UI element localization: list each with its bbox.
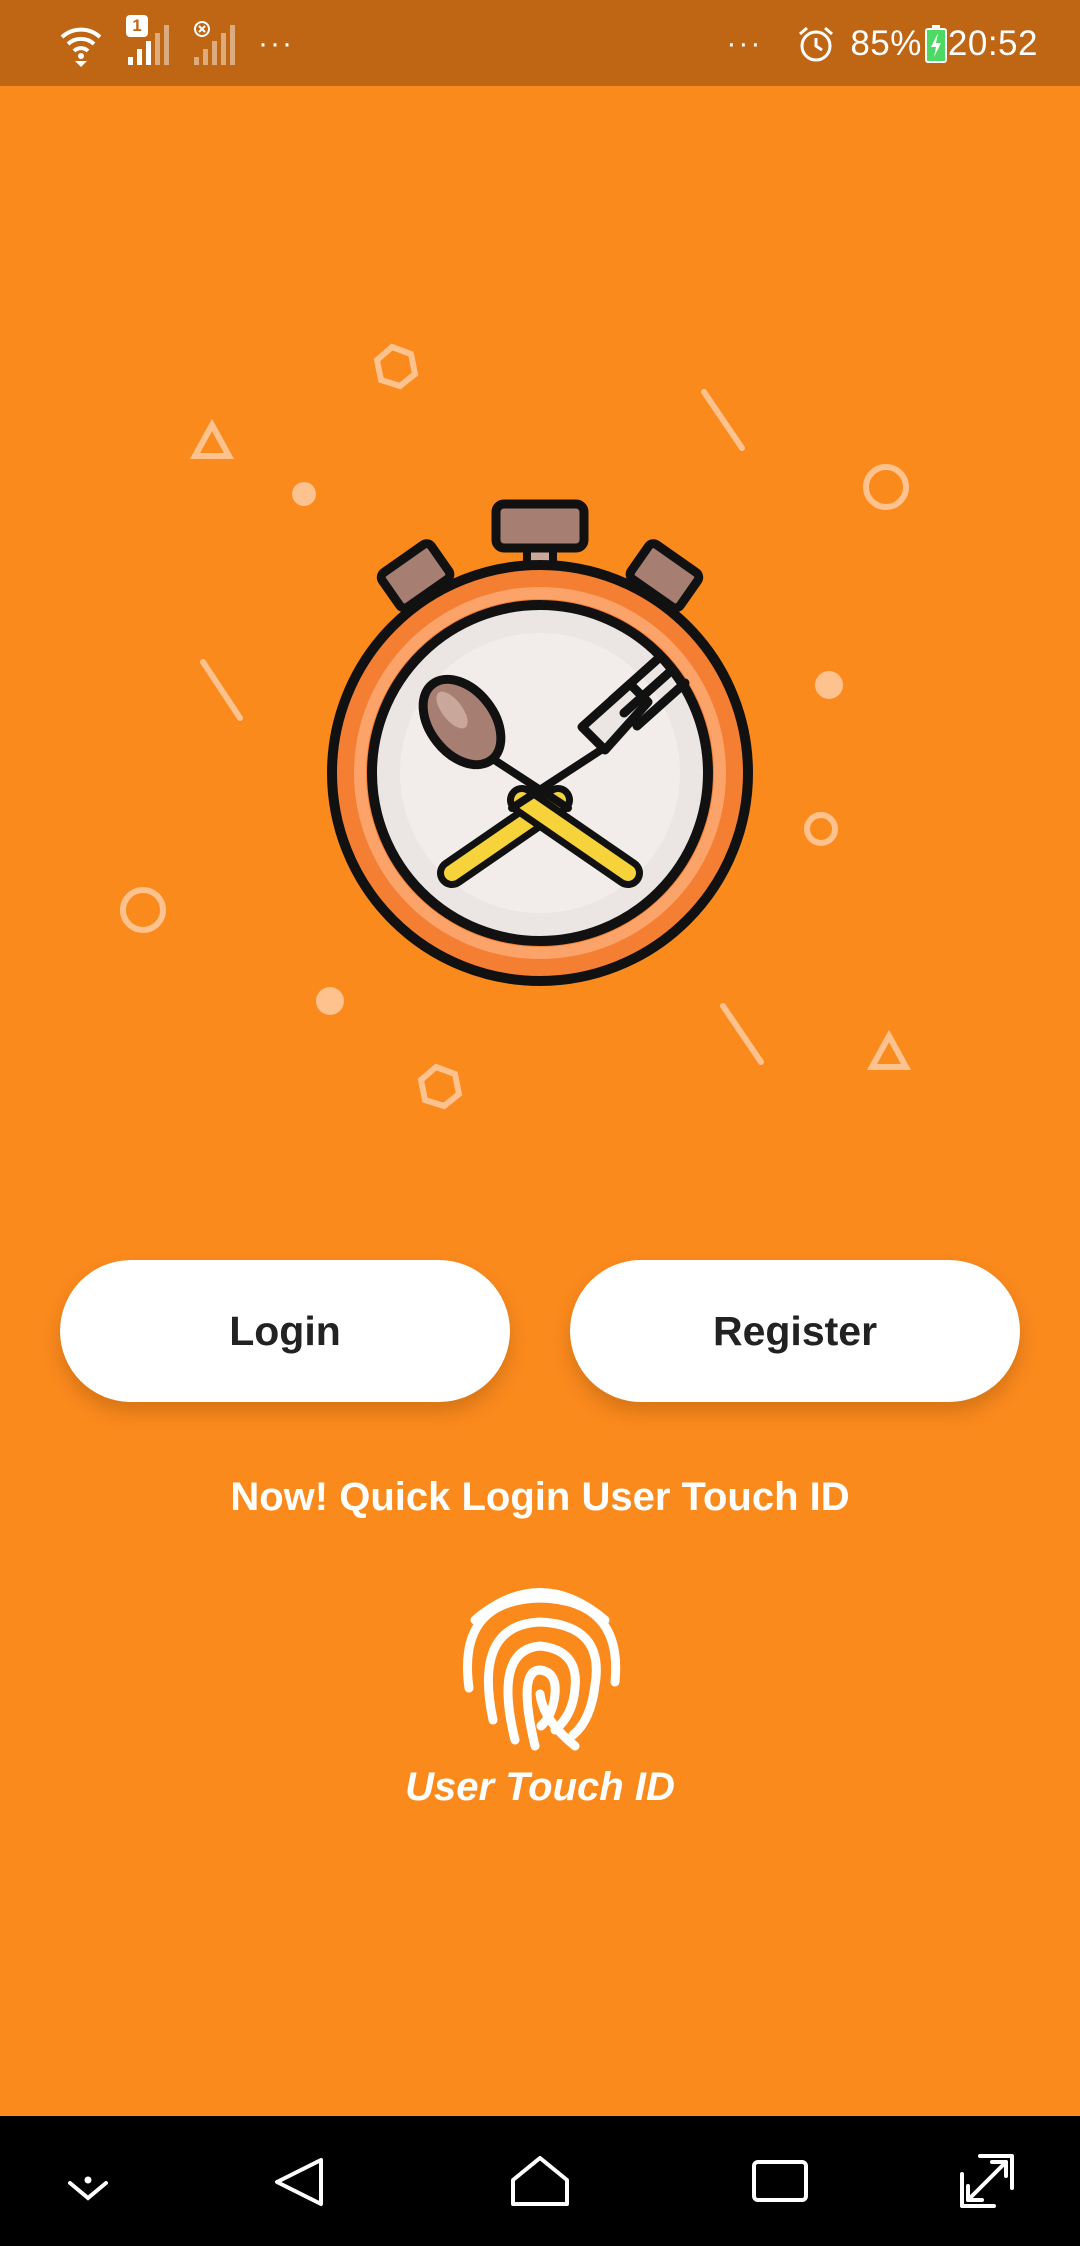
- login-button[interactable]: Login: [60, 1260, 510, 1402]
- status-more-left: ···: [258, 27, 294, 60]
- battery-charging-icon: [924, 25, 947, 63]
- triangle-decoration: [189, 418, 235, 459]
- clock-time: 20:52: [947, 24, 1038, 63]
- wifi-icon: [60, 27, 102, 67]
- signal-sim2-no-service-icon: [192, 21, 236, 67]
- fingerprint-icon[interactable]: [455, 1570, 625, 1752]
- back-icon[interactable]: [265, 2146, 335, 2216]
- line-decoration: [720, 1003, 764, 1065]
- signal-sim1-icon: 1: [126, 15, 170, 67]
- hexagon-decoration: [373, 343, 419, 390]
- ring-decoration: [863, 464, 909, 510]
- register-button[interactable]: Register: [570, 1260, 1020, 1402]
- status-more-right: ···: [726, 27, 763, 60]
- ring-decoration: [804, 812, 838, 846]
- home-icon[interactable]: [505, 2146, 575, 2216]
- status-bar: 1 ··· ··· 85% 20:52: [0, 0, 1080, 86]
- line-decoration: [200, 659, 243, 721]
- navigation-bar: [0, 2116, 1080, 2246]
- recents-icon[interactable]: [745, 2146, 815, 2216]
- line-decoration: [701, 389, 745, 451]
- triangle-decoration: [866, 1029, 912, 1070]
- user-touch-id-label[interactable]: User Touch ID: [0, 1765, 1080, 1810]
- expand-icon[interactable]: [952, 2146, 1022, 2216]
- ring-decoration: [120, 887, 166, 933]
- battery-percent: 85%: [850, 24, 922, 63]
- app-logo-illustration: [120, 343, 912, 1110]
- quick-login-heading: Now! Quick Login User Touch ID: [230, 1475, 850, 1519]
- alarm-icon: [799, 26, 834, 62]
- hexagon-decoration: [417, 1063, 463, 1110]
- notification-pull-icon[interactable]: [53, 2146, 123, 2216]
- stopwatch-plate-spoon-fork-icon: [327, 499, 753, 986]
